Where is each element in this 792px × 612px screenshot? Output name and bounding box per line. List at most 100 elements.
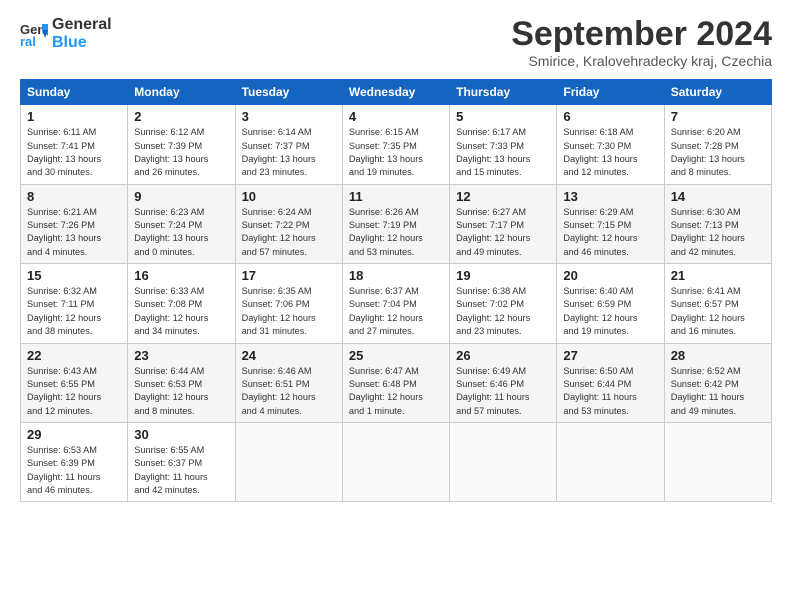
location: Smirice, Kralovehradecky kraj, Czechia <box>511 53 772 69</box>
calendar-cell: 26 Sunrise: 6:49 AM Sunset: 6:46 PM Dayli… <box>450 343 557 422</box>
day-header-saturday: Saturday <box>664 80 771 105</box>
day-number: 9 <box>134 189 228 204</box>
day-number: 30 <box>134 427 228 442</box>
calendar-cell: 10 Sunrise: 6:24 AM Sunset: 7:22 PM Dayli… <box>235 184 342 263</box>
day-info: Sunrise: 6:49 AM Sunset: 6:46 PM Dayligh… <box>456 365 550 418</box>
calendar-cell: 15 Sunrise: 6:32 AM Sunset: 7:11 PM Dayli… <box>21 264 128 343</box>
calendar-cell: 28 Sunrise: 6:52 AM Sunset: 6:42 PM Dayli… <box>664 343 771 422</box>
day-number: 14 <box>671 189 765 204</box>
svg-text:ral: ral <box>20 34 36 48</box>
day-info: Sunrise: 6:43 AM Sunset: 6:55 PM Dayligh… <box>27 365 121 418</box>
calendar-cell: 1 Sunrise: 6:11 AM Sunset: 7:41 PM Daylig… <box>21 105 128 184</box>
day-info: Sunrise: 6:33 AM Sunset: 7:08 PM Dayligh… <box>134 285 228 338</box>
calendar-cell <box>342 422 449 501</box>
day-number: 6 <box>563 109 657 124</box>
calendar-cell: 30 Sunrise: 6:55 AM Sunset: 6:37 PM Dayli… <box>128 422 235 501</box>
calendar-cell: 6 Sunrise: 6:18 AM Sunset: 7:30 PM Daylig… <box>557 105 664 184</box>
calendar-cell: 3 Sunrise: 6:14 AM Sunset: 7:37 PM Daylig… <box>235 105 342 184</box>
calendar-cell: 4 Sunrise: 6:15 AM Sunset: 7:35 PM Daylig… <box>342 105 449 184</box>
day-info: Sunrise: 6:40 AM Sunset: 6:59 PM Dayligh… <box>563 285 657 338</box>
day-number: 28 <box>671 348 765 363</box>
day-number: 21 <box>671 268 765 283</box>
day-info: Sunrise: 6:20 AM Sunset: 7:28 PM Dayligh… <box>671 126 765 179</box>
title-block: September 2024 Smirice, Kralovehradecky … <box>511 16 772 69</box>
day-header-sunday: Sunday <box>21 80 128 105</box>
day-info: Sunrise: 6:21 AM Sunset: 7:26 PM Dayligh… <box>27 206 121 259</box>
day-number: 19 <box>456 268 550 283</box>
day-number: 25 <box>349 348 443 363</box>
day-number: 12 <box>456 189 550 204</box>
day-info: Sunrise: 6:44 AM Sunset: 6:53 PM Dayligh… <box>134 365 228 418</box>
calendar-cell: 9Sunrise: 6:23 AM Sunset: 7:24 PM Daylig… <box>128 184 235 263</box>
calendar-cell: 18 Sunrise: 6:37 AM Sunset: 7:04 PM Dayli… <box>342 264 449 343</box>
logo-text-line2: Blue <box>52 34 112 52</box>
calendar-cell: 20 Sunrise: 6:40 AM Sunset: 6:59 PM Dayli… <box>557 264 664 343</box>
day-info: Sunrise: 6:30 AM Sunset: 7:13 PM Dayligh… <box>671 206 765 259</box>
day-info: Sunrise: 6:41 AM Sunset: 6:57 PM Dayligh… <box>671 285 765 338</box>
logo: Gene ral General Blue <box>20 16 112 53</box>
day-number: 16 <box>134 268 228 283</box>
day-number: 26 <box>456 348 550 363</box>
day-info: Sunrise: 6:11 AM Sunset: 7:41 PM Dayligh… <box>27 126 121 179</box>
day-info: Sunrise: 6:12 AM Sunset: 7:39 PM Dayligh… <box>134 126 228 179</box>
calendar-cell: 22 Sunrise: 6:43 AM Sunset: 6:55 PM Dayli… <box>21 343 128 422</box>
day-number: 13 <box>563 189 657 204</box>
day-info: Sunrise: 6:27 AM Sunset: 7:17 PM Dayligh… <box>456 206 550 259</box>
day-info: Sunrise: 6:35 AM Sunset: 7:06 PM Dayligh… <box>242 285 336 338</box>
day-number: 18 <box>349 268 443 283</box>
calendar-cell: 5 Sunrise: 6:17 AM Sunset: 7:33 PM Daylig… <box>450 105 557 184</box>
calendar-cell: 2 Sunrise: 6:12 AM Sunset: 7:39 PM Daylig… <box>128 105 235 184</box>
day-info: Sunrise: 6:29 AM Sunset: 7:15 PM Dayligh… <box>563 206 657 259</box>
day-number: 17 <box>242 268 336 283</box>
day-number: 7 <box>671 109 765 124</box>
day-header-tuesday: Tuesday <box>235 80 342 105</box>
logo-icon: Gene ral <box>20 20 48 48</box>
day-info: Sunrise: 6:26 AM Sunset: 7:19 PM Dayligh… <box>349 206 443 259</box>
calendar-cell: 21 Sunrise: 6:41 AM Sunset: 6:57 PM Dayli… <box>664 264 771 343</box>
day-header-thursday: Thursday <box>450 80 557 105</box>
day-info: Sunrise: 6:24 AM Sunset: 7:22 PM Dayligh… <box>242 206 336 259</box>
day-header-monday: Monday <box>128 80 235 105</box>
day-info: Sunrise: 6:18 AM Sunset: 7:30 PM Dayligh… <box>563 126 657 179</box>
day-number: 29 <box>27 427 121 442</box>
calendar-cell: 29 Sunrise: 6:53 AM Sunset: 6:39 PM Dayli… <box>21 422 128 501</box>
day-number: 2 <box>134 109 228 124</box>
day-number: 27 <box>563 348 657 363</box>
day-info: Sunrise: 6:47 AM Sunset: 6:48 PM Dayligh… <box>349 365 443 418</box>
calendar-cell: 11 Sunrise: 6:26 AM Sunset: 7:19 PM Dayli… <box>342 184 449 263</box>
day-number: 11 <box>349 189 443 204</box>
day-info: Sunrise: 6:37 AM Sunset: 7:04 PM Dayligh… <box>349 285 443 338</box>
day-info: Sunrise: 6:32 AM Sunset: 7:11 PM Dayligh… <box>27 285 121 338</box>
day-info: Sunrise: 6:46 AM Sunset: 6:51 PM Dayligh… <box>242 365 336 418</box>
day-number: 8 <box>27 189 121 204</box>
day-info: Sunrise: 6:15 AM Sunset: 7:35 PM Dayligh… <box>349 126 443 179</box>
calendar-cell: 7 Sunrise: 6:20 AM Sunset: 7:28 PM Daylig… <box>664 105 771 184</box>
day-header-wednesday: Wednesday <box>342 80 449 105</box>
day-number: 1 <box>27 109 121 124</box>
day-info: Sunrise: 6:14 AM Sunset: 7:37 PM Dayligh… <box>242 126 336 179</box>
day-number: 5 <box>456 109 550 124</box>
calendar-cell: 13 Sunrise: 6:29 AM Sunset: 7:15 PM Dayli… <box>557 184 664 263</box>
day-number: 22 <box>27 348 121 363</box>
calendar-cell: 27Sunrise: 6:50 AM Sunset: 6:44 PM Dayli… <box>557 343 664 422</box>
day-info: Sunrise: 6:52 AM Sunset: 6:42 PM Dayligh… <box>671 365 765 418</box>
calendar-cell: 14 Sunrise: 6:30 AM Sunset: 7:13 PM Dayli… <box>664 184 771 263</box>
calendar-cell: 19 Sunrise: 6:38 AM Sunset: 7:02 PM Dayli… <box>450 264 557 343</box>
day-number: 20 <box>563 268 657 283</box>
day-number: 3 <box>242 109 336 124</box>
day-info: Sunrise: 6:38 AM Sunset: 7:02 PM Dayligh… <box>456 285 550 338</box>
calendar-cell <box>664 422 771 501</box>
calendar-cell: 12 Sunrise: 6:27 AM Sunset: 7:17 PM Dayli… <box>450 184 557 263</box>
day-number: 15 <box>27 268 121 283</box>
month-title: September 2024 <box>511 16 772 53</box>
day-info: Sunrise: 6:53 AM Sunset: 6:39 PM Dayligh… <box>27 444 121 497</box>
day-number: 10 <box>242 189 336 204</box>
calendar-cell: 25 Sunrise: 6:47 AM Sunset: 6:48 PM Dayli… <box>342 343 449 422</box>
day-info: Sunrise: 6:17 AM Sunset: 7:33 PM Dayligh… <box>456 126 550 179</box>
logo-text-line1: General <box>52 16 112 34</box>
day-info: Sunrise: 6:55 AM Sunset: 6:37 PM Dayligh… <box>134 444 228 497</box>
calendar-cell: 24 Sunrise: 6:46 AM Sunset: 6:51 PM Dayli… <box>235 343 342 422</box>
day-number: 4 <box>349 109 443 124</box>
day-number: 24 <box>242 348 336 363</box>
calendar-cell: 17 Sunrise: 6:35 AM Sunset: 7:06 PM Dayli… <box>235 264 342 343</box>
